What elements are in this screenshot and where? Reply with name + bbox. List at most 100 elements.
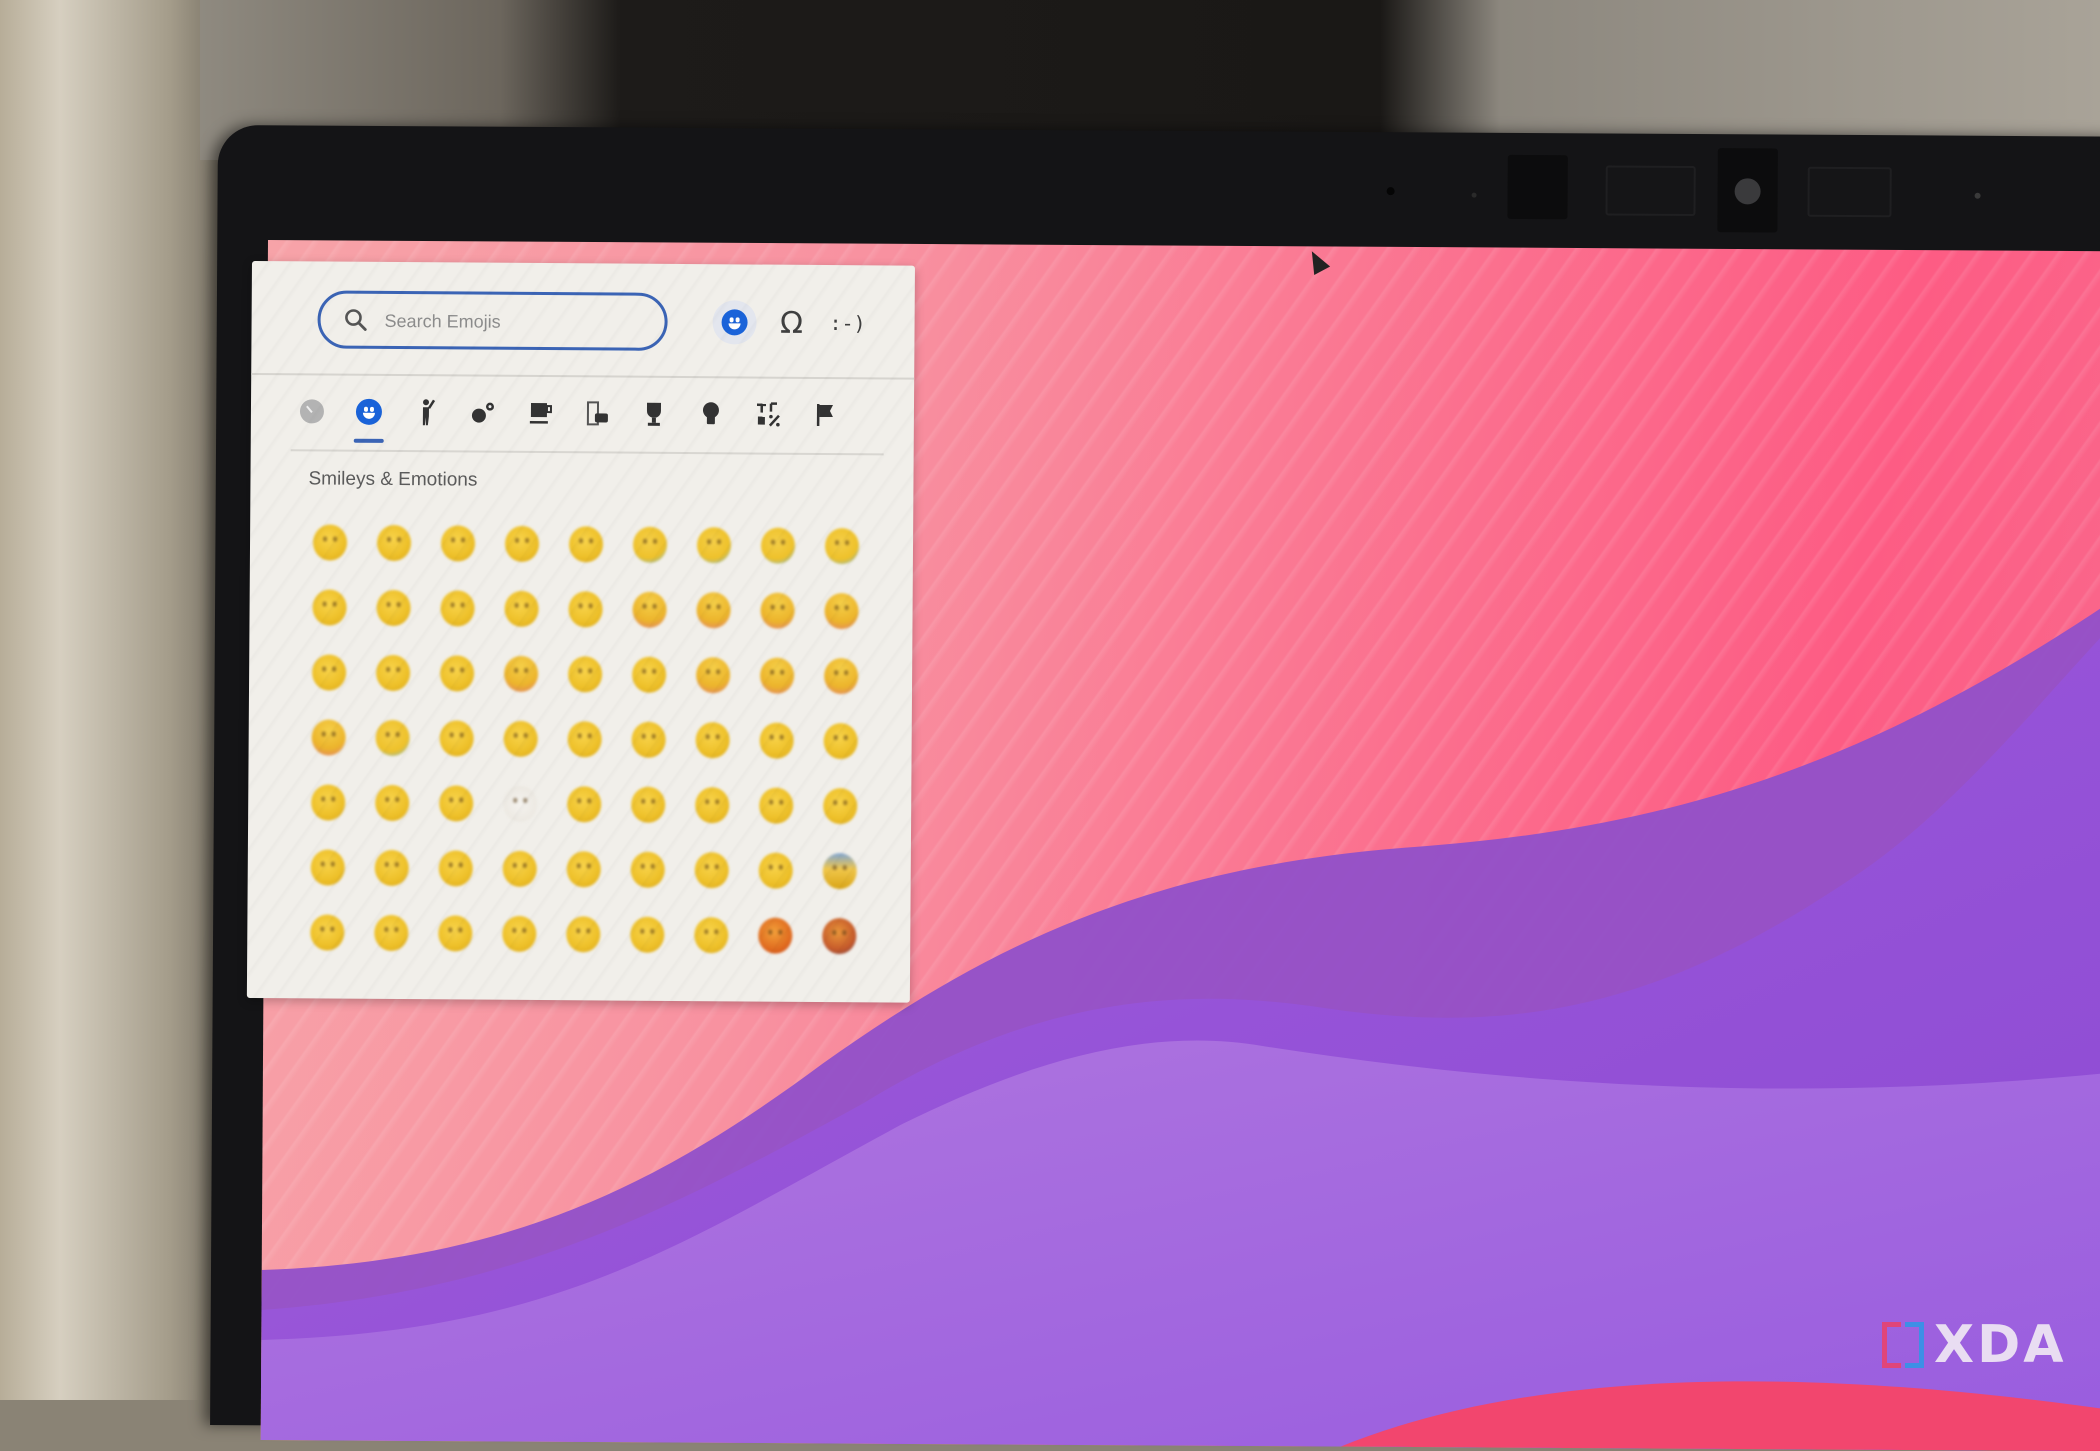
zipper-mouth-face-icon <box>759 722 794 759</box>
emoji-kissing-smiling[interactable] <box>361 640 425 705</box>
emoji-raised-eyebrow[interactable] <box>808 708 872 773</box>
emoji-slightly-smiling[interactable] <box>297 574 361 639</box>
emoji-monocle[interactable] <box>359 900 423 965</box>
emoji-yawning[interactable] <box>616 837 680 902</box>
emoji-smiling-tear[interactable] <box>553 641 617 706</box>
emoji-dotted-line-face[interactable] <box>488 771 552 836</box>
emoji-zipper-mouth[interactable] <box>744 707 808 772</box>
emoji-star-struck[interactable] <box>745 577 809 642</box>
emoji-expressionless[interactable] <box>552 771 616 836</box>
emoji-winking-tongue[interactable] <box>745 642 809 707</box>
emoji-cursing[interactable] <box>807 903 871 968</box>
person-waving-icon <box>422 399 436 426</box>
emoji-halo[interactable] <box>553 576 617 641</box>
xda-bracket-left-icon <box>1882 1322 1901 1368</box>
emoji-loudly-laughing[interactable] <box>810 513 874 578</box>
sensor-dot <box>1386 187 1395 196</box>
symbols-mode-button[interactable]: Ω <box>769 301 813 345</box>
tabs-divider <box>290 449 884 456</box>
emoji-grinning[interactable] <box>298 509 362 574</box>
camera-shutter-slider[interactable] <box>1605 165 1696 217</box>
emoji-neutral[interactable] <box>296 769 360 834</box>
emoji-salute[interactable] <box>680 707 744 772</box>
emoji-smiling-eyes[interactable] <box>489 576 553 641</box>
emoji-tears-of-joy-tilted[interactable] <box>682 512 746 577</box>
emoji-smirk[interactable] <box>680 772 744 837</box>
emoji-kiss-blush[interactable] <box>424 835 488 900</box>
emoji-beaming[interactable] <box>490 511 554 576</box>
emoji-unamused[interactable] <box>808 773 872 838</box>
emoji-sweat-smile[interactable] <box>618 512 682 577</box>
tab-symbols[interactable] <box>747 389 789 439</box>
emoji-rolling-on-floor-laughing[interactable] <box>746 512 810 577</box>
emoji-squinting-tongue[interactable] <box>296 704 360 769</box>
emoji-party[interactable] <box>809 578 873 643</box>
thinking-frown-face-icon <box>374 849 409 886</box>
emoji-upside-down[interactable] <box>361 575 425 640</box>
emoji-thinking-frown[interactable] <box>360 835 424 900</box>
emoji-hand-over-mouth[interactable] <box>488 706 552 771</box>
emoji-worried[interactable] <box>423 900 487 965</box>
clock-icon <box>299 399 325 424</box>
winking-face-icon <box>440 589 475 627</box>
emoji-neutral-mouth[interactable] <box>296 834 360 899</box>
emoji-grinning-smiling-eyes[interactable] <box>426 510 490 575</box>
emoji-hugging[interactable] <box>424 705 488 770</box>
sweat-smile-face-icon <box>632 526 668 563</box>
emoji-thinking[interactable] <box>616 707 680 772</box>
tab-smileys-emotions[interactable] <box>348 387 390 437</box>
emoji-kissing-heart[interactable] <box>489 641 553 706</box>
emoji-face-in-clouds[interactable] <box>744 772 808 837</box>
paw-flower-icon <box>471 402 494 423</box>
emoticons-mode-button[interactable]: :-) <box>825 301 869 345</box>
emoji-face-with-raised-eyebrow[interactable] <box>295 899 359 964</box>
emoji-mode-button[interactable] <box>712 300 757 345</box>
emoji-persevering[interactable] <box>551 901 615 966</box>
mic-mute-slider[interactable] <box>1807 166 1892 218</box>
emoji-no-mouth[interactable] <box>616 772 680 837</box>
kiss-blush-face-icon <box>438 849 473 887</box>
emoji-yum[interactable] <box>617 642 681 707</box>
emoji-grinning-big-eyes[interactable] <box>362 510 426 575</box>
emoji-cold-face[interactable] <box>808 838 872 903</box>
tab-recent[interactable] <box>291 386 333 436</box>
tab-flags[interactable] <box>804 390 846 440</box>
emoji-grimacing[interactable] <box>424 770 488 835</box>
emoji-kissing-closed-eyes[interactable] <box>425 640 489 705</box>
emoji-peeking[interactable] <box>744 837 808 902</box>
emoji-tongue[interactable] <box>681 642 745 707</box>
salute-face-icon <box>695 721 730 758</box>
search-input[interactable] <box>382 293 647 350</box>
tab-objects[interactable] <box>690 389 732 439</box>
yum-face-icon <box>631 656 667 693</box>
emoji-smiling-hearts[interactable] <box>617 577 681 642</box>
tab-people[interactable] <box>405 387 447 437</box>
emoji-angry[interactable] <box>679 902 743 967</box>
emoji-pouting[interactable] <box>743 902 807 967</box>
emoji-steam-from-nose[interactable] <box>615 902 679 967</box>
emoji-squinting[interactable] <box>554 511 618 576</box>
unamused-face-icon <box>823 787 858 824</box>
tab-animals-nature[interactable] <box>462 387 504 437</box>
emoji-kissing[interactable] <box>297 639 361 704</box>
search-field[interactable] <box>317 290 668 351</box>
emoji-melting[interactable] <box>680 837 744 902</box>
tab-food-drink[interactable] <box>519 388 561 438</box>
tab-travel-places[interactable] <box>576 388 618 438</box>
tab-activities[interactable] <box>633 389 675 439</box>
hugging-face-icon <box>439 719 474 757</box>
sensor-dot <box>1471 192 1477 198</box>
emoji-zany[interactable] <box>809 643 873 708</box>
emoji-rolling-eyes[interactable] <box>487 901 551 966</box>
kissing-face-icon <box>312 653 347 691</box>
emoji-pleading[interactable] <box>360 770 424 835</box>
coffee-cup-icon <box>529 402 553 424</box>
emoji-heart-eyes[interactable] <box>681 577 745 642</box>
emoji-money-mouth[interactable] <box>360 705 424 770</box>
emoji-hushed[interactable] <box>488 836 552 901</box>
webcam-lens-icon <box>1734 178 1761 205</box>
emoji-winking[interactable] <box>425 575 489 640</box>
emoji-shushing[interactable] <box>552 706 616 771</box>
lightbulb-icon <box>702 402 719 425</box>
emoji-blushing-hand[interactable] <box>552 836 616 901</box>
